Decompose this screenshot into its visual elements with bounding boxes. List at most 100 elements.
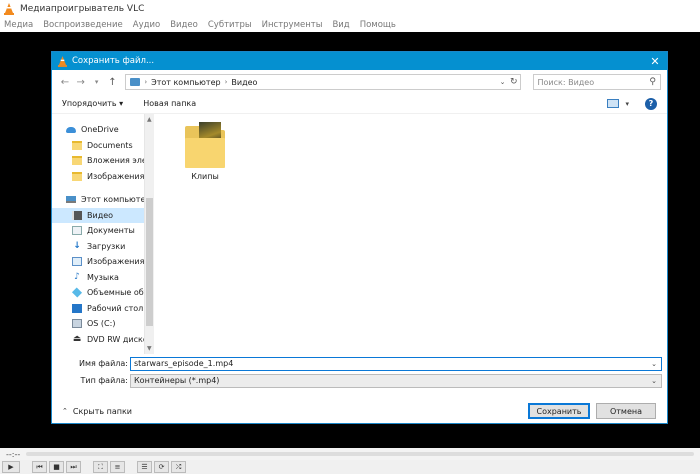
menu-tools[interactable]: Инструменты (262, 20, 323, 30)
sidebar-item-dvd-drive[interactable]: ⏏ DVD RW дисков (52, 332, 144, 348)
organize-button[interactable]: Упорядочить ▾ (62, 99, 123, 108)
previous-button[interactable]: ⏮ (32, 461, 47, 473)
folder-icon (72, 140, 82, 150)
filetype-label: Тип файла: (80, 376, 128, 385)
refresh-icon[interactable]: ↻ (510, 77, 518, 87)
menu-audio[interactable]: Аудио (133, 20, 160, 30)
stop-button[interactable]: ■ (49, 461, 64, 473)
sidebar-item-desktop[interactable]: Рабочий стол (52, 301, 144, 317)
elapsed-time: --:-- (6, 449, 21, 459)
playlist-button[interactable]: ☰ (137, 461, 152, 473)
sidebar-item-label: Видео (87, 210, 114, 220)
file-list-pane[interactable]: Клипы (156, 114, 667, 354)
filename-value: starwars_episode_1.mp4 (134, 359, 234, 368)
search-input[interactable]: Поиск: Видео ⚲ (532, 74, 661, 90)
scroll-up-icon[interactable]: ▲ (147, 116, 152, 123)
sidebar-item-onedrive[interactable]: OneDrive (52, 122, 144, 138)
folder-item-clips[interactable]: Клипы (178, 122, 232, 181)
back-arrow-icon[interactable]: ← (58, 77, 72, 88)
documents-icon (72, 226, 82, 236)
window-title: Медиапроигрыватель VLC (20, 3, 145, 14)
sidebar-item-email-attachments[interactable]: Вложения элек (52, 153, 144, 169)
help-icon[interactable]: ? (645, 97, 657, 110)
previous-icon: ⏮ (36, 462, 43, 471)
loop-button[interactable]: ⟳ (154, 461, 169, 473)
hide-folders-label: Скрыть папки (72, 406, 132, 416)
sidebar-item-label: Рабочий стол (87, 303, 144, 313)
menu-help[interactable]: Помощь (360, 20, 396, 30)
sidebar-item-downloads[interactable]: ↓ Загрузки (52, 239, 144, 255)
vlc-cone-icon (58, 55, 67, 67)
3d-objects-icon (71, 287, 83, 298)
computer-icon (130, 78, 141, 86)
music-icon: ♪ (74, 271, 80, 282)
chevron-right-icon[interactable]: › (144, 78, 147, 86)
chevron-down-icon[interactable]: ⌄ (500, 78, 506, 86)
menu-video[interactable]: Видео (170, 20, 198, 30)
menu-media[interactable]: Медиа (4, 20, 33, 30)
loop-icon: ⟳ (158, 463, 165, 471)
chevron-down-icon[interactable]: ▾ (625, 100, 629, 108)
hide-folders-button[interactable]: ⌃ Скрыть папки (62, 407, 132, 416)
sidebar-item-label: Документы (87, 226, 135, 236)
scroll-down-icon[interactable]: ▼ (147, 345, 152, 352)
sidebar-item-pictures-onedrive[interactable]: Изображения (52, 169, 144, 185)
filetype-row: Тип файла: Контейнеры (*.mp4) ⌄ (52, 373, 667, 388)
fullscreen-button[interactable]: ⛶ (93, 461, 108, 473)
filetype-select[interactable]: Контейнеры (*.mp4) ⌄ (130, 373, 662, 388)
sidebar-item-pictures[interactable]: Изображения (52, 254, 144, 270)
play-icon: ▶ (8, 463, 14, 471)
address-bar[interactable]: › Этот компьютер › Видео ⌄ ↻ (125, 74, 521, 90)
shuffle-button[interactable]: ⤮ (171, 461, 186, 473)
forward-arrow-icon[interactable]: → (74, 77, 88, 88)
breadcrumb-video[interactable]: Видео (231, 78, 257, 87)
menu-view[interactable]: Вид (332, 20, 349, 30)
vlc-menubar: Медиа Воспроизведение Аудио Видео Субтит… (0, 17, 700, 32)
vlc-title-bar: Медиапроигрыватель VLC (0, 0, 700, 17)
chevron-down-icon[interactable]: ⌄ (651, 360, 657, 368)
cloud-icon (66, 126, 76, 133)
menu-subtitles[interactable]: Субтитры (208, 20, 252, 30)
sidebar-item-label: Documents (87, 140, 133, 150)
file-fields: Имя файла: starwars_episode_1.mp4 ⌄ Тип … (52, 356, 667, 390)
playback-controls: ▶ ⏮ ■ ⏭ ⛶ ≡ ☰ ⟳ ⤮ (0, 460, 700, 474)
extended-settings-button[interactable]: ≡ (110, 461, 125, 473)
filetype-value: Контейнеры (*.mp4) (134, 376, 220, 385)
equalizer-icon: ≡ (114, 463, 121, 471)
up-arrow-icon[interactable]: ↑ (105, 77, 119, 88)
close-icon[interactable]: ✕ (643, 55, 667, 68)
save-button[interactable]: Сохранить (528, 403, 590, 419)
menu-playback[interactable]: Воспроизведение (43, 20, 123, 30)
sidebar-item-label: Загрузки (87, 241, 126, 251)
navigation-scrollbar[interactable]: ▲ ▼ (144, 114, 154, 354)
sidebar-item-drive-c[interactable]: OS (C:) (52, 316, 144, 332)
sidebar-item-documents-onedrive[interactable]: Documents (52, 138, 144, 154)
sidebar-item-this-pc[interactable]: Этот компьютер (52, 192, 144, 208)
sidebar-item-label: Изображения (87, 171, 144, 181)
pictures-icon (72, 257, 82, 267)
sidebar-item-3d-objects[interactable]: Объемные объ (52, 285, 144, 301)
cancel-button[interactable]: Отмена (596, 403, 656, 419)
next-button[interactable]: ⏭ (66, 461, 81, 473)
recent-dropdown-icon[interactable]: ▾ (90, 78, 104, 86)
sidebar-item-music[interactable]: ♪ Музыка (52, 270, 144, 286)
scrollbar-thumb[interactable] (146, 198, 153, 326)
filename-input[interactable]: starwars_episode_1.mp4 ⌄ (130, 356, 662, 371)
play-button[interactable]: ▶ (2, 461, 20, 473)
view-mode-icon[interactable] (607, 99, 620, 108)
vlc-cone-icon (4, 2, 14, 15)
filename-label: Имя файла: (78, 359, 128, 368)
sidebar-item-documents[interactable]: Документы (52, 223, 144, 239)
address-row: ← → ▾ ↑ › Этот компьютер › Видео ⌄ ↻ Пои… (52, 70, 667, 94)
breadcrumb-this-pc[interactable]: Этот компьютер (151, 78, 220, 87)
new-folder-button[interactable]: Новая папка (143, 99, 196, 108)
search-placeholder: Поиск: Видео (537, 77, 595, 87)
chevron-right-icon[interactable]: › (225, 78, 228, 86)
next-icon: ⏭ (70, 462, 77, 471)
folder-icon (185, 122, 225, 168)
seek-slider[interactable] (26, 452, 694, 456)
chevron-down-icon[interactable]: ⌄ (651, 377, 657, 385)
shuffle-icon: ⤮ (175, 462, 182, 471)
sidebar-item-video[interactable]: Видео (52, 207, 144, 223)
dvd-icon: ⏏ (72, 333, 82, 344)
